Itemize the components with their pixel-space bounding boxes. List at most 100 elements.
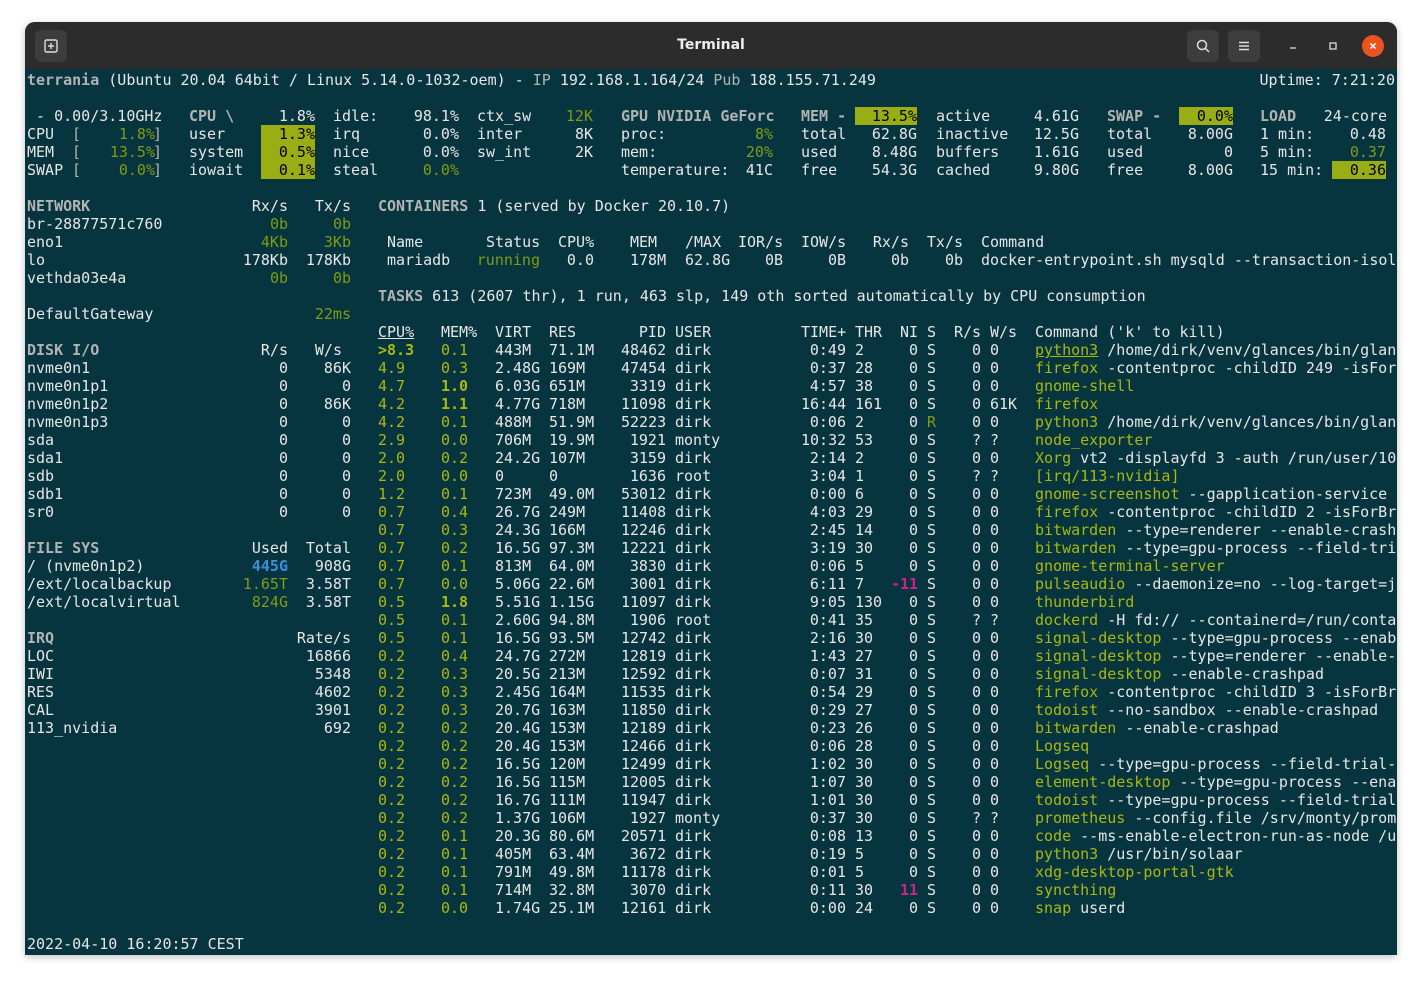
process-col-11: 0 xyxy=(990,683,1000,701)
mem-free-label: free xyxy=(801,161,838,179)
process-header-s: S xyxy=(927,323,937,341)
process-col-6: 0:01 xyxy=(809,863,846,881)
process-col-7: 2 xyxy=(855,413,865,431)
process-col-4: 12819 xyxy=(621,647,667,665)
process-col-5: dirk xyxy=(675,701,712,719)
irq-name-4: 113_nvidia xyxy=(27,719,118,737)
process-col-8: 0 xyxy=(908,773,918,791)
process-col-2: 714M xyxy=(495,881,532,899)
process-command: firefox -contentproc -childID 249 -isFor xyxy=(1035,359,1396,377)
menu-button[interactable] xyxy=(1228,30,1260,62)
process-col-10: 0 xyxy=(971,683,981,701)
process-col-1: 0.1 xyxy=(441,413,469,431)
process-col-4: 20571 xyxy=(621,827,667,845)
process-header-commandktokill: Command ('k' to kill) xyxy=(1035,323,1225,341)
process-col-3: 153M xyxy=(549,737,586,755)
network-rx-0: 0b xyxy=(269,215,288,233)
process-col-2: 20.7G xyxy=(495,701,541,719)
process-col-10: ? xyxy=(971,431,981,449)
process-col-7: 2 xyxy=(855,449,865,467)
terminal-content[interactable]: terrania (Ubuntu 20.04 64bit / Linux 5.1… xyxy=(27,71,1397,955)
process-command: node_exporter xyxy=(1035,431,1152,449)
process-col-11: 0 xyxy=(990,701,1000,719)
quicklook-swap-bracket-close: ] xyxy=(153,161,163,179)
process-col-6: 0:00 xyxy=(809,899,846,917)
process-command: thunderbird xyxy=(1035,593,1134,611)
filesys-total-header: Total xyxy=(305,539,351,557)
process-col-1: 0.2 xyxy=(441,737,469,755)
process-header-time: TIME+ xyxy=(801,323,847,341)
process-name: python3 xyxy=(1035,413,1099,431)
process-separator xyxy=(1180,485,1189,503)
process-col-7: 38 xyxy=(855,377,874,395)
minimize-button[interactable] xyxy=(1282,35,1304,57)
diskio-w-header: W/s xyxy=(314,341,342,359)
load-0-label: 1 min: xyxy=(1260,125,1315,143)
load-1-label: 5 min: xyxy=(1260,143,1315,161)
process-col-0: 0.2 xyxy=(378,791,406,809)
process-col-0: 4.2 xyxy=(378,395,406,413)
swap-used-label: used xyxy=(1107,143,1144,161)
process-col-11: 0 xyxy=(990,629,1000,647)
process-col-1: 0.1 xyxy=(441,485,469,503)
process-col-5: dirk xyxy=(675,629,712,647)
process-separator xyxy=(1125,809,1134,827)
cpu-inter-value: 8K xyxy=(574,125,593,143)
close-button[interactable] xyxy=(1362,35,1384,57)
process-col-11: 0 xyxy=(990,557,1000,575)
process-col-11: 0 xyxy=(990,665,1000,683)
gpu-proc-value: 8% xyxy=(754,125,773,143)
process-col-9: S xyxy=(927,359,937,377)
irq-rate-0: 16866 xyxy=(305,647,351,665)
process-col-2: 2.48G xyxy=(495,359,541,377)
cpu-user-label: user xyxy=(189,125,226,143)
process-col-1: 0.1 xyxy=(441,557,469,575)
process-col-9: S xyxy=(927,341,937,359)
disk-name-3: nvme0n1p3 xyxy=(27,413,109,431)
process-col-0: 0.2 xyxy=(378,755,406,773)
network-tx-0: 0b xyxy=(332,215,351,233)
network-iface-3: vethda03e4a xyxy=(27,269,127,287)
search-button[interactable] xyxy=(1187,30,1219,62)
process-col-10: 0 xyxy=(971,827,981,845)
process-col-5: dirk xyxy=(675,881,712,899)
process-header-ws: W/s xyxy=(990,323,1018,341)
disk-write-5: 0 xyxy=(341,449,351,467)
process-col-6: 0:29 xyxy=(809,701,846,719)
maximize-button[interactable] xyxy=(1322,35,1344,57)
process-col-0: 4.7 xyxy=(378,377,406,395)
process-col-8: 0 xyxy=(908,503,918,521)
process-col-11: 0 xyxy=(990,827,1000,845)
process-command: [irq/113-nvidia] xyxy=(1035,467,1180,485)
process-col-0: >8.3 xyxy=(378,341,415,359)
process-col-10: 0 xyxy=(971,899,981,917)
hamburger-menu-icon xyxy=(1239,41,1249,51)
process-col-11: 0 xyxy=(990,485,1000,503)
process-col-5: dirk xyxy=(675,863,712,881)
process-command: xdg-desktop-portal-gtk xyxy=(1035,863,1234,881)
process-args: --config.file /srv/monty/prom xyxy=(1134,809,1397,827)
process-col-8: 0 xyxy=(908,431,918,449)
cpu-system-label: system xyxy=(189,143,244,161)
process-col-11: 0 xyxy=(990,863,1000,881)
process-args: --daemonize=no --log-target=j xyxy=(1134,575,1397,593)
process-header-ni: NI xyxy=(899,323,918,341)
process-col-11: 0 xyxy=(990,899,1000,917)
process-name: Logseq xyxy=(1035,737,1090,755)
ip-label: IP xyxy=(532,71,560,89)
process-col-5: monty xyxy=(675,431,721,449)
cpu-iowait-label: iowait xyxy=(189,161,244,179)
process-col-0: 0.2 xyxy=(378,773,406,791)
process-col-11: 0 xyxy=(990,449,1000,467)
cpu-ctx_sw-value: 12K xyxy=(565,107,593,125)
process-header-mem: MEM% xyxy=(441,323,478,341)
container-cell-7: 0b xyxy=(890,251,909,269)
cpu-idle-label: idle: xyxy=(333,107,379,125)
containers-header-mem: MEM xyxy=(630,233,658,251)
process-col-7: 35 xyxy=(855,611,874,629)
irq-name-3: CAL xyxy=(27,701,55,719)
process-col-0: 0.5 xyxy=(378,629,406,647)
process-col-4: 1927 xyxy=(629,809,666,827)
process-col-10: 0 xyxy=(971,503,981,521)
irq-name-1: IWI xyxy=(27,665,55,683)
